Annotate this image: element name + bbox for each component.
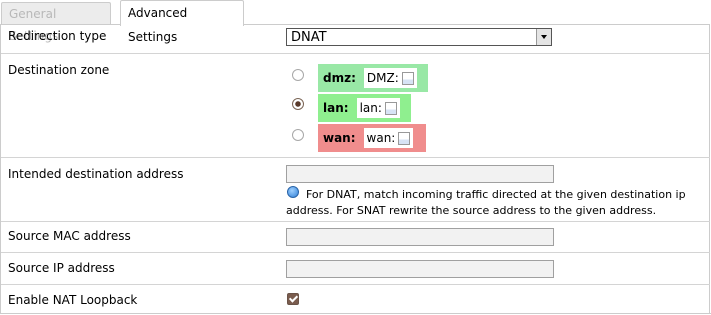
zone-option-lan[interactable]: lan: lan: [318, 94, 411, 122]
tab-advanced-settings[interactable]: Advanced Settings [120, 0, 244, 44]
redirection-type-value: DNAT [291, 30, 327, 45]
source-mac-label: Source MAC address [8, 229, 131, 243]
nat-loopback-label: Enable NAT Loopback [8, 293, 138, 307]
destination-zone-label: Destination zone [8, 63, 110, 77]
source-mac-input[interactable] [286, 228, 554, 246]
network-icon [401, 71, 414, 85]
divider [1, 252, 710, 253]
zone-radio-lan[interactable] [292, 98, 304, 110]
network-name: DMZ: [366, 71, 399, 85]
network-icon [398, 131, 411, 145]
zone-name: wan: [323, 131, 356, 145]
network-tag: DMZ: [363, 68, 417, 88]
divider [1, 221, 710, 222]
tab-general-settings[interactable]: General Settings [1, 2, 111, 43]
divider [0, 313, 711, 314]
network-icon [384, 101, 397, 115]
divider [1, 157, 710, 158]
divider [1, 53, 710, 54]
chevron-down-icon[interactable] [536, 29, 551, 45]
zone-radio-dmz[interactable] [292, 69, 304, 81]
network-name: lan: [359, 101, 382, 115]
network-name: wan: [366, 131, 396, 145]
source-ip-label: Source IP address [8, 261, 115, 275]
zone-name: lan: [323, 101, 349, 115]
zone-option-dmz[interactable]: dmz: DMZ: [318, 64, 428, 92]
network-tag: lan: [356, 98, 400, 118]
nat-loopback-checkbox[interactable] [287, 293, 299, 305]
zone-radio-wan[interactable] [292, 129, 304, 141]
zone-option-wan[interactable]: wan: wan: [318, 124, 426, 152]
network-tag: wan: [363, 128, 414, 148]
divider [1, 284, 710, 285]
zone-name: dmz: [323, 71, 356, 85]
redirection-type-label: Redirection type [8, 29, 107, 43]
redirection-type-select[interactable]: DNAT [286, 28, 552, 46]
intended-destination-input[interactable] [286, 165, 554, 183]
intended-destination-hint: For DNAT, match incoming traffic directe… [286, 188, 686, 217]
intended-destination-label: Intended destination address [8, 167, 184, 181]
source-ip-input[interactable] [286, 260, 554, 278]
